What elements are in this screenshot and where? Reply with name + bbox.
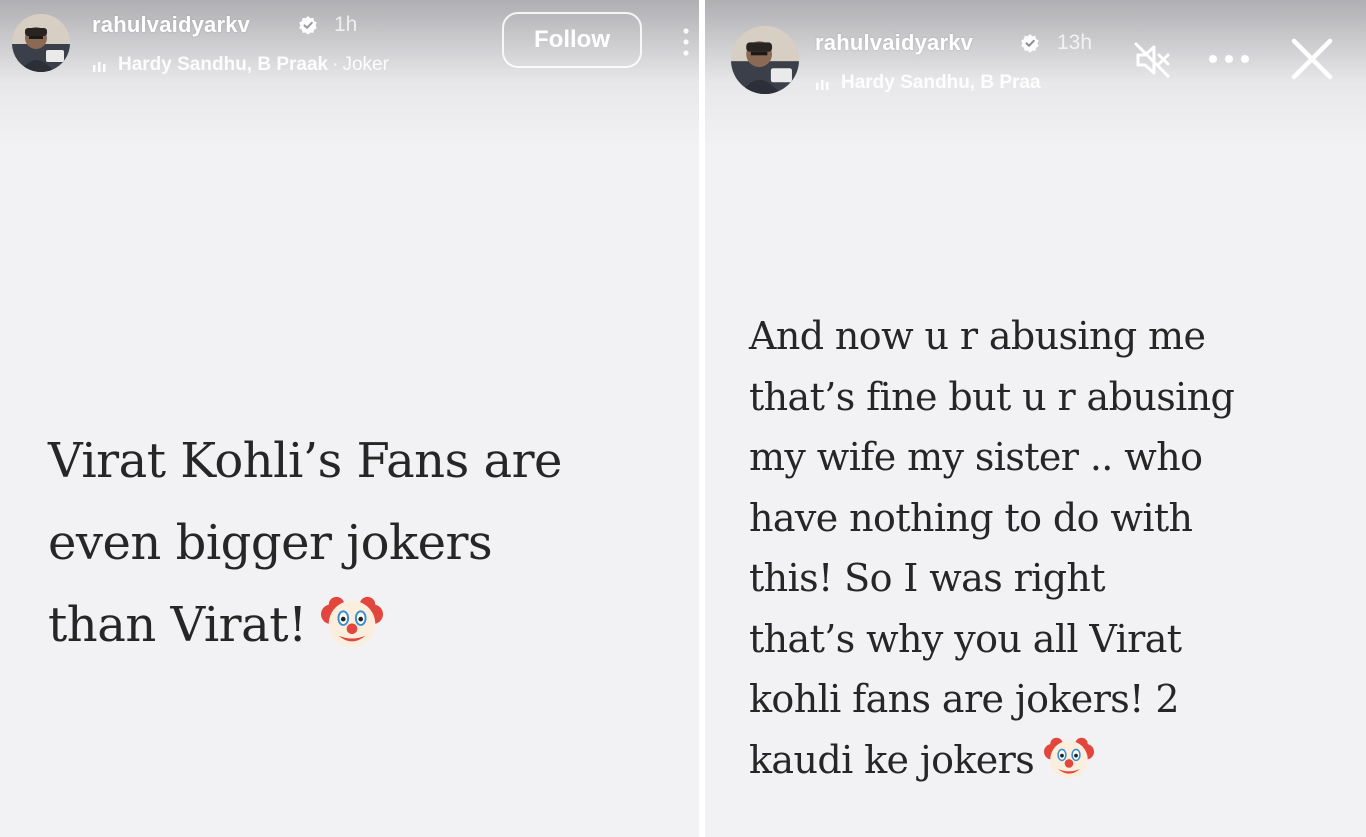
story-text-line: kohli fans are jokers! 2 bbox=[749, 677, 1180, 721]
story-text-line: And now u r abusing me bbox=[749, 314, 1206, 358]
muted-speaker-icon[interactable] bbox=[1130, 38, 1174, 82]
story-text-line: this! So I was right bbox=[749, 556, 1106, 600]
story-text-line: that’s fine but u r abusing bbox=[749, 374, 1235, 419]
kebab-menu-icon[interactable] bbox=[680, 26, 692, 58]
music-separator: · bbox=[332, 54, 339, 75]
music-bars-icon bbox=[92, 58, 110, 72]
story-text-line: my wife my sister .. who bbox=[749, 435, 1203, 479]
verified-badge-icon bbox=[1020, 33, 1040, 53]
story-text-line: Virat Kohli’s Fans are bbox=[48, 433, 562, 489]
avatar[interactable] bbox=[12, 14, 70, 72]
username[interactable]: rahulvaidyarkv bbox=[815, 30, 973, 56]
story-text: And now u r abusing me that’s fine but u… bbox=[749, 306, 1349, 790]
story-text-line-last: kaudi ke jokers bbox=[749, 730, 1349, 791]
story-header: rahulvaidyarkv 1h Hardy Sandhu, B Praak ·… bbox=[0, 0, 699, 110]
story-text-line: than Virat! bbox=[48, 597, 307, 653]
username[interactable]: rahulvaidyarkv bbox=[92, 12, 250, 38]
music-attribution[interactable]: Hardy Sandhu, B Praa bbox=[815, 72, 1107, 94]
music-attribution[interactable]: Hardy Sandhu, B Praak · Joker bbox=[92, 54, 472, 76]
music-artist: Hardy Sandhu, B Praa bbox=[841, 72, 1041, 93]
post-time: 13h bbox=[1057, 31, 1093, 54]
verified-badge-icon bbox=[298, 15, 318, 35]
clown-face-emoji bbox=[320, 591, 383, 653]
story-text-line: even bigger jokers bbox=[48, 515, 493, 571]
story-text-line: kaudi ke jokers bbox=[749, 737, 1035, 782]
story-panel-left[interactable]: rahulvaidyarkv 1h Hardy Sandhu, B Praak ·… bbox=[0, 0, 699, 837]
story-text: Virat Kohli’s Fans are even bigger joker… bbox=[48, 420, 688, 666]
story-header: rahulvaidyarkv 13h Hardy Sandhu, B Praa bbox=[705, 0, 1366, 110]
music-artist: Hardy Sandhu, B Praak bbox=[118, 54, 329, 75]
story-panel-right[interactable]: rahulvaidyarkv 13h Hardy Sandhu, B Praa … bbox=[705, 0, 1366, 837]
story-text-line: that’s why you all Virat bbox=[749, 616, 1182, 661]
story-text-line-last: than Virat! bbox=[48, 584, 688, 666]
clown-face-emoji bbox=[1044, 733, 1095, 783]
music-bars-icon bbox=[815, 76, 833, 90]
more-dots-icon[interactable] bbox=[1205, 50, 1253, 68]
post-time: 1h bbox=[334, 13, 358, 36]
close-icon[interactable] bbox=[1289, 36, 1335, 82]
avatar[interactable] bbox=[731, 26, 799, 94]
follow-button[interactable]: Follow bbox=[502, 12, 642, 68]
story-text-line: have nothing to do with bbox=[749, 495, 1193, 540]
music-song: Joker bbox=[342, 54, 389, 75]
